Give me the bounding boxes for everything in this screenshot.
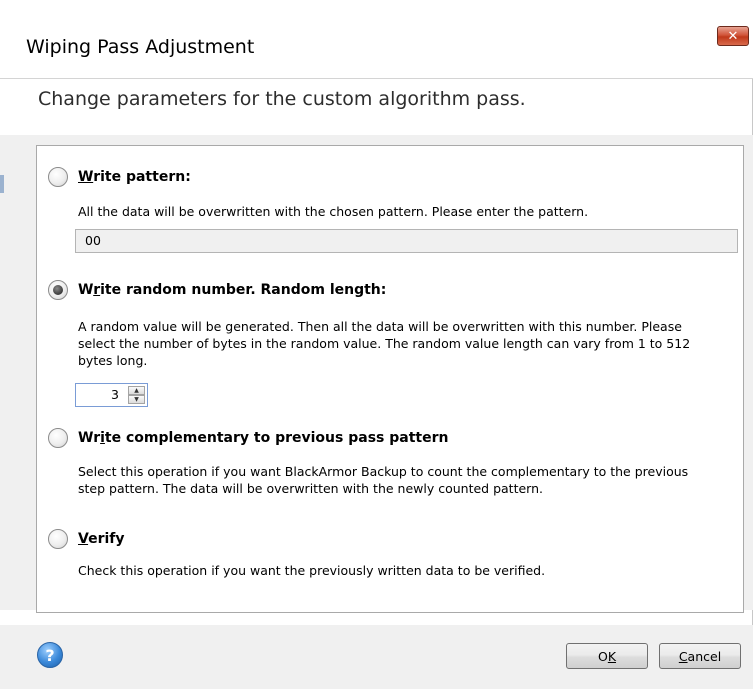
random-length-value[interactable]: 3 [111, 387, 119, 402]
option-verify-description: Check this operation if you want the pre… [78, 563, 546, 578]
close-icon: ✕ [727, 28, 739, 44]
option-write-pattern-description: All the data will be overwritten with th… [78, 204, 589, 219]
window-title: Wiping Pass Adjustment [26, 36, 255, 58]
wiping-pass-adjustment-dialog: Wiping Pass Adjustment ✕ Change paramete… [0, 0, 753, 689]
stepper-down-button[interactable]: ▼ [128, 395, 145, 404]
cancel-button[interactable]: Cancel [659, 643, 741, 669]
radio-write-pattern[interactable] [48, 167, 68, 187]
radio-write-complementary[interactable] [48, 428, 68, 448]
dialog-subtitle: Change parameters for the custom algorit… [38, 88, 526, 110]
option-write-random-number-description: A random value will be generated. Then a… [78, 319, 691, 368]
pattern-input[interactable]: 00 [75, 229, 738, 253]
option-write-complementary-description: Select this operation if you want BlackA… [78, 464, 689, 496]
stepper-buttons: ▲ ▼ [128, 386, 145, 404]
option-write-complementary-label[interactable]: Write complementary to previous pass pat… [78, 430, 448, 446]
close-button[interactable]: ✕ [717, 26, 749, 46]
random-length-stepper[interactable]: 3 ▲ ▼ [75, 383, 148, 407]
stepper-up-button[interactable]: ▲ [128, 386, 145, 395]
title-bar: Wiping Pass Adjustment ✕ [0, 0, 753, 78]
help-glyph: ? [45, 645, 55, 665]
option-verify-label[interactable]: Verify [78, 531, 125, 547]
ok-button[interactable]: OK [566, 643, 648, 669]
radio-verify[interactable] [48, 529, 68, 549]
radio-write-random-number[interactable] [48, 280, 68, 300]
help-icon[interactable]: ? [37, 642, 63, 668]
left-edge-marker [0, 175, 4, 193]
option-write-pattern-label[interactable]: Write pattern: [78, 169, 191, 185]
header-divider [0, 78, 753, 79]
option-write-random-number-label[interactable]: Write random number. Random length: [78, 282, 386, 298]
